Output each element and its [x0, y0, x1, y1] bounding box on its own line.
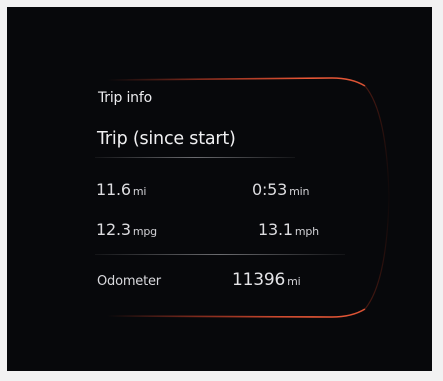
bottom-arc [106, 308, 366, 318]
odometer-unit: mi [287, 275, 301, 288]
speed-stat: 13.1 mph [258, 220, 319, 239]
odometer-value: 11396 [232, 270, 286, 290]
economy-stat: 12.3 mpg [96, 220, 157, 239]
time-value: 0:53 [252, 180, 288, 199]
speed-value: 13.1 [258, 220, 293, 239]
decorative-arcs [106, 77, 390, 318]
time-unit: min [289, 185, 310, 198]
odometer-stat: 11396 mi [232, 270, 301, 290]
trip-info-screen: Trip info Trip (since start) 11.6 mi 0:53… [7, 7, 432, 371]
distance-value: 11.6 [96, 180, 131, 199]
economy-unit: mpg [132, 225, 157, 238]
panel-title: Trip info [98, 90, 152, 106]
display-bezel: Trip info Trip (since start) 11.6 mi 0:53… [0, 0, 443, 381]
distance-stat: 11.6 mi [96, 180, 146, 199]
panel-subtitle: Trip (since start) [97, 129, 236, 149]
time-stat: 0:53 min [252, 180, 309, 199]
distance-unit: mi [132, 185, 147, 198]
speed-unit: mph [294, 225, 319, 238]
side-arc [364, 85, 390, 310]
divider-bottom [95, 254, 345, 255]
odometer-label: Odometer [97, 274, 161, 289]
economy-value: 12.3 [96, 220, 131, 239]
top-arc [106, 77, 366, 87]
divider-top [95, 157, 295, 158]
